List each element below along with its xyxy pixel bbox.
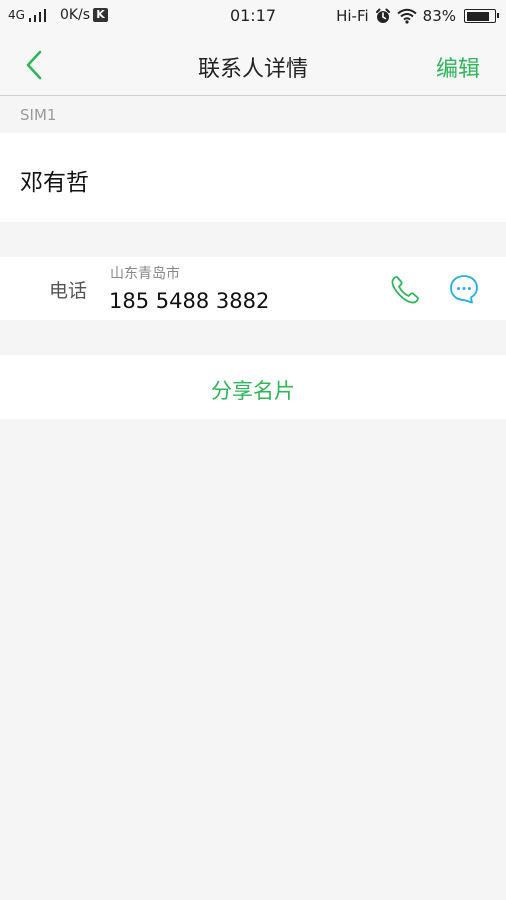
share-card-button[interactable]: 分享名片 (0, 355, 506, 419)
alarm-clock-icon (375, 8, 390, 23)
wifi-icon (397, 8, 417, 24)
battery-icon (464, 9, 499, 23)
contact-name: 邓有哲 (20, 170, 89, 196)
share-card-label: 分享名片 (211, 379, 295, 403)
battery-percent: 83% (422, 7, 456, 25)
phone-icon[interactable] (389, 274, 421, 306)
phone-label: 电话 (49, 280, 88, 302)
battery-fill (466, 11, 489, 21)
edit-button[interactable]: 编辑 (436, 51, 480, 83)
chat-bubble-icon[interactable] (448, 273, 480, 305)
nav-bar: 联系人详情 编辑 (0, 32, 506, 96)
page-title: 联系人详情 (197, 57, 308, 82)
sim-label: SIM1 (20, 106, 57, 124)
phone-location: 山东青岛市 (110, 266, 180, 282)
phone-row[interactable]: 电话 山东青岛市 185 5488 3882 (0, 257, 506, 320)
status-right: Hi-Fi 83% (336, 7, 499, 25)
hifi-label: Hi-Fi (336, 7, 369, 25)
contact-name-card: 邓有哲 (0, 133, 506, 222)
status-bar: 4G 0K/s K 01:17 Hi-Fi 83% (0, 0, 506, 32)
phone-number[interactable]: 185 5488 3882 (109, 289, 269, 313)
